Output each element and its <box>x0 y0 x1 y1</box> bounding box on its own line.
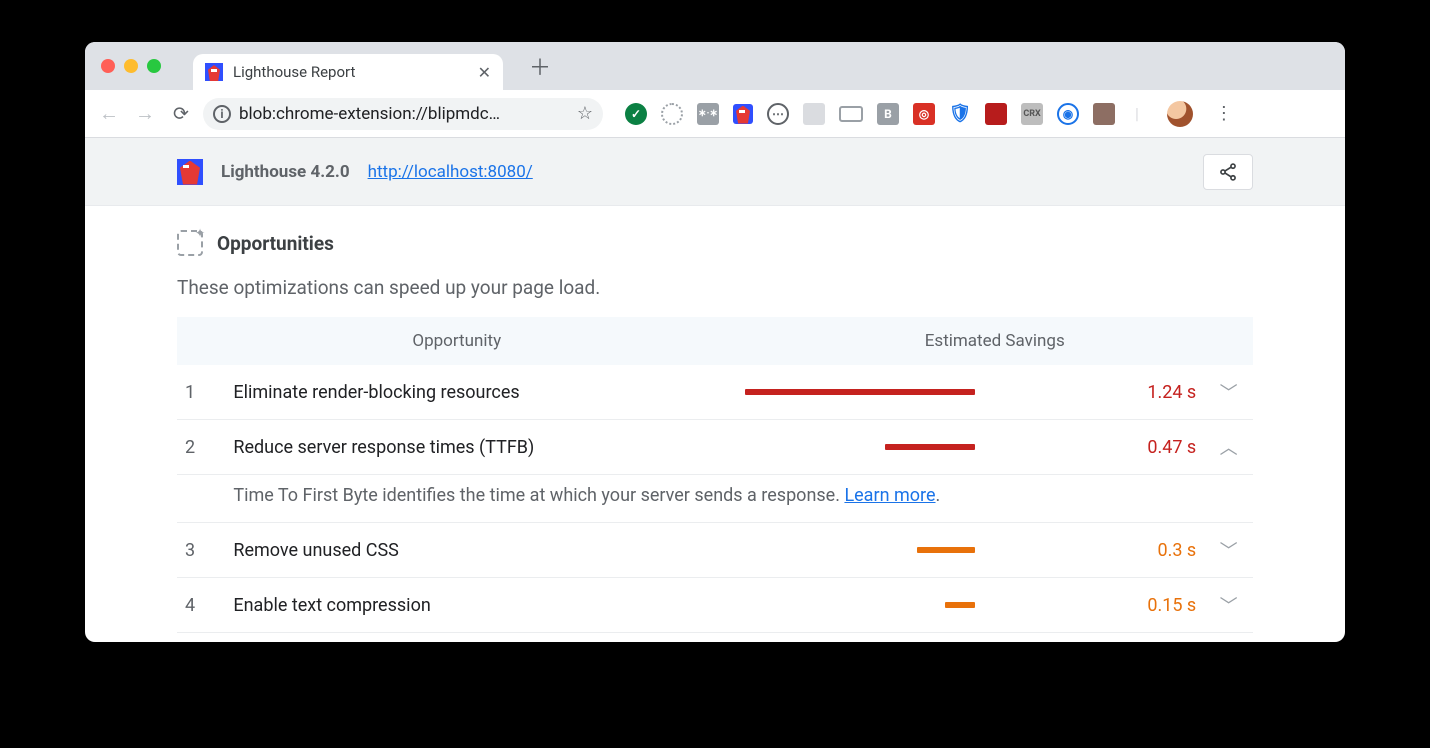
tested-url-link[interactable]: http://localhost:8080/ <box>368 162 533 182</box>
opportunity-detail: Time To First Byte identifies the time a… <box>177 475 1253 523</box>
extension-icon[interactable] <box>839 106 863 122</box>
extension-icon[interactable]: ✓ <box>625 103 647 125</box>
col-opportunity: Opportunity <box>177 317 737 365</box>
opportunity-label: Remove unused CSS <box>225 523 736 578</box>
extension-icon[interactable]: ∗·∗ <box>697 103 719 125</box>
address-bar[interactable]: i blob:chrome-extension://blipmdc… ☆ <box>203 98 603 130</box>
opportunity-row[interactable]: 3Remove unused CSS 0.3 s﹀ <box>177 523 1253 578</box>
detail-text: Time To First Byte identifies the time a… <box>225 475 1253 523</box>
savings-value: 0.47 s <box>1089 420 1204 475</box>
browser-toolbar: ← → ⟳ i blob:chrome-extension://blipmdc…… <box>85 90 1345 138</box>
reload-button[interactable]: ⟳ <box>167 102 195 125</box>
savings-bar-cell <box>737 578 1090 633</box>
report-header: Lighthouse 4.2.0 http://localhost:8080/ <box>85 138 1345 206</box>
opportunity-label: Enable text compression <box>225 578 736 633</box>
window-controls <box>101 59 161 73</box>
browser-menu-button[interactable]: ⋮ <box>1215 103 1233 124</box>
learn-more-link[interactable]: Learn more <box>844 485 935 506</box>
extension-icon[interactable] <box>985 103 1007 125</box>
back-button[interactable]: ← <box>95 101 123 126</box>
lighthouse-version: Lighthouse 4.2.0 <box>221 162 350 182</box>
expand-toggle[interactable]: ︿ <box>1204 420 1253 475</box>
minimize-window-button[interactable] <box>124 59 138 73</box>
row-index: 3 <box>177 523 225 578</box>
savings-bar-cell <box>737 523 1090 578</box>
extension-icon[interactable]: ◉ <box>1057 103 1079 125</box>
browser-window: Lighthouse Report ✕ ＋ ← → ⟳ i blob:chrom… <box>85 42 1345 642</box>
extensions-row: ✓ ∗·∗ ⋯ B ◎ 🛡 CRX ◉ | ⋮ <box>625 101 1239 127</box>
extension-icon[interactable]: 🛡 <box>949 103 971 125</box>
savings-bar-cell <box>737 365 1090 420</box>
tab-title: Lighthouse Report <box>233 63 355 81</box>
share-icon <box>1218 162 1238 182</box>
extension-icon[interactable]: CRX <box>1021 103 1043 125</box>
tab-strip: Lighthouse Report ✕ ＋ <box>85 42 1345 90</box>
browser-tab[interactable]: Lighthouse Report ✕ <box>193 54 503 90</box>
savings-value: 0.15 s <box>1089 578 1204 633</box>
extension-icon[interactable] <box>661 103 683 125</box>
lighthouse-extension-icon[interactable] <box>733 104 753 124</box>
close-tab-button[interactable]: ✕ <box>478 63 491 82</box>
row-index: 2 <box>177 420 225 475</box>
section-lead: These optimizations can speed up your pa… <box>177 276 1253 299</box>
expand-toggle[interactable]: ﹀ <box>1204 365 1253 420</box>
opportunity-row[interactable]: 1Eliminate render-blocking resources 1.24… <box>177 365 1253 420</box>
row-index: 4 <box>177 578 225 633</box>
url-text: blob:chrome-extension://blipmdc… <box>239 104 569 124</box>
maximize-window-button[interactable] <box>147 59 161 73</box>
extension-icon[interactable] <box>803 103 825 125</box>
opportunities-table: Opportunity Estimated Savings 1Eliminate… <box>177 317 1253 633</box>
opportunity-row[interactable]: 4Enable text compression 0.15 s﹀ <box>177 578 1253 633</box>
extension-icon[interactable]: ◎ <box>913 103 935 125</box>
lighthouse-icon <box>205 63 223 81</box>
new-tab-button[interactable]: ＋ <box>529 50 551 82</box>
section-title: Opportunities <box>217 232 334 255</box>
col-savings: Estimated Savings <box>737 317 1254 365</box>
separator: | <box>1135 104 1139 123</box>
lighthouse-icon <box>177 159 203 185</box>
extension-icon[interactable] <box>1093 103 1115 125</box>
expand-toggle[interactable]: ﹀ <box>1204 523 1253 578</box>
opportunity-label: Reduce server response times (TTFB) <box>225 420 736 475</box>
expand-toggle[interactable]: ﹀ <box>1204 578 1253 633</box>
report-content: Opportunities These optimizations can sp… <box>85 206 1345 633</box>
site-info-icon[interactable]: i <box>213 105 231 123</box>
opportunity-label: Eliminate render-blocking resources <box>225 365 736 420</box>
opportunities-icon <box>177 230 203 256</box>
profile-avatar[interactable] <box>1167 101 1193 127</box>
extension-icon[interactable]: B <box>877 103 899 125</box>
row-index: 1 <box>177 365 225 420</box>
savings-value: 0.3 s <box>1089 523 1204 578</box>
section-header: Opportunities <box>177 230 1253 256</box>
extension-icon[interactable]: ⋯ <box>767 103 789 125</box>
opportunity-row[interactable]: 2Reduce server response times (TTFB) 0.47… <box>177 420 1253 475</box>
share-button[interactable] <box>1203 154 1253 190</box>
forward-button[interactable]: → <box>131 101 159 126</box>
savings-value: 1.24 s <box>1089 365 1204 420</box>
bookmark-star-icon[interactable]: ☆ <box>577 103 593 124</box>
close-window-button[interactable] <box>101 59 115 73</box>
savings-bar-cell <box>737 420 1090 475</box>
